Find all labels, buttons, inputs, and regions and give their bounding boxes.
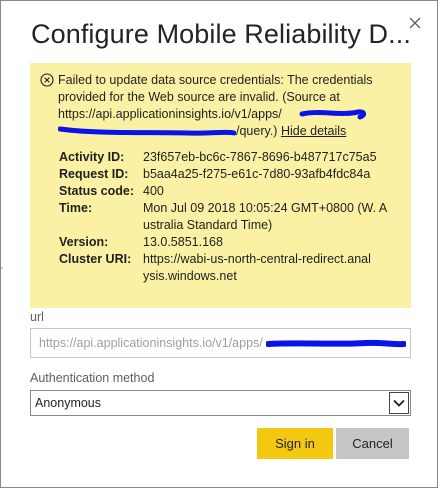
hide-details-link[interactable]: Hide details: [281, 124, 346, 138]
auth-method-value: Anonymous: [35, 396, 102, 410]
url-label: url: [30, 310, 44, 324]
detail-row: Request ID: b5aa4a25-f275-e61c-7d80-93af…: [59, 166, 401, 183]
detail-value: 23f657eb-bc6c-7867-8696-b487717c75a5: [143, 150, 377, 164]
error-details: Activity ID: 23f657eb-bc6c-7867-8696-b48…: [59, 149, 401, 285]
detail-value: Mon Jul 09 2018 10:05:24 GMT+0800 (W. A …: [143, 201, 387, 232]
detail-value: 13.0.5851.168: [143, 235, 223, 249]
detail-key: Cluster URI:: [59, 252, 132, 266]
detail-key: Request ID:: [59, 167, 129, 181]
detail-key: Time:: [59, 201, 93, 215]
configure-dialog: Configure Mobile Reliability D... Failed…: [0, 0, 438, 488]
auth-method-select[interactable]: Anonymous: [30, 390, 411, 416]
detail-row: Time: Mon Jul 09 2018 10:05:24 GMT+0800 …: [59, 200, 401, 234]
error-url-text: https://api.applicationinsights.io/v1/ap…: [58, 107, 282, 121]
error-message: Failed to update data source credentials…: [57, 72, 401, 140]
redaction-scribble: [57, 126, 237, 136]
dropdown-button[interactable]: [389, 392, 409, 414]
error-banner: Failed to update data source credentials…: [30, 63, 411, 308]
detail-row: Status code: 400: [59, 183, 401, 200]
sign-in-button[interactable]: Sign in: [257, 428, 333, 459]
dialog-title: Configure Mobile Reliability D...: [31, 19, 411, 49]
detail-row: Activity ID: 23f657eb-bc6c-7867-8696-b48…: [59, 149, 401, 166]
detail-value: https://wabi-us-north-central-redirect.a…: [143, 252, 371, 283]
detail-key: Version:: [59, 235, 109, 249]
detail-value: 400: [143, 184, 164, 198]
error-url-end: /query.): [236, 124, 278, 138]
detail-key: Activity ID:: [59, 150, 125, 164]
error-url-line: https://api.applicationinsights.io/v1/ap…: [58, 106, 367, 123]
detail-value: b5aa4a25-f275-e61c-7d80-93afb4fdc84a: [143, 167, 371, 181]
error-message-line: Failed to update data source credentials…: [58, 73, 373, 87]
error-url-line-2: /query.) Hide details: [57, 123, 401, 140]
redaction-scribble: [265, 339, 408, 347]
edge-mark: [1, 267, 3, 269]
error-message-line: provided for the Web source are invalid.…: [58, 90, 340, 104]
cancel-button[interactable]: Cancel: [336, 428, 409, 459]
chevron-down-icon: [393, 399, 405, 407]
detail-row: Version: 13.0.5851.168: [59, 234, 401, 251]
detail-row: Cluster URI: https://wabi-us-north-centr…: [59, 251, 401, 285]
auth-method-label: Authentication method: [30, 371, 155, 385]
url-input-value: https://api.applicationinsights.io/v1/ap…: [39, 336, 263, 350]
url-input[interactable]: https://api.applicationinsights.io/v1/ap…: [30, 328, 411, 358]
error-circle-icon: [40, 73, 54, 87]
detail-key: Status code:: [59, 184, 135, 198]
